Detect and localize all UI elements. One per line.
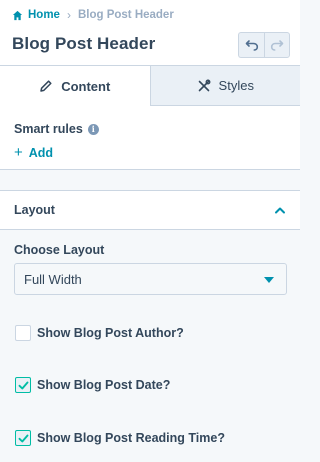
- page-title: Blog Post Header: [12, 34, 156, 53]
- tab-styles-label: Styles: [218, 78, 254, 93]
- breadcrumb-home-label: Home: [28, 9, 60, 21]
- date-checkbox[interactable]: [15, 377, 31, 393]
- checkmark-icon: [18, 434, 28, 442]
- home-icon: [12, 10, 23, 20]
- author-checkbox[interactable]: [15, 325, 31, 341]
- checkmark-icon: [18, 381, 28, 389]
- pencil-icon: [40, 80, 52, 92]
- layout-section-label: Layout: [14, 203, 55, 217]
- smart-rules-label: Smart rules i: [14, 122, 99, 136]
- chevron-up-icon: [275, 207, 285, 214]
- info-icon[interactable]: i: [87, 123, 99, 135]
- tools-icon: [198, 79, 210, 91]
- date-checkbox-label: Show Blog Post Date?: [37, 378, 171, 392]
- undo-icon: [245, 40, 258, 51]
- redo-icon: [270, 40, 284, 51]
- smart-rules-text: Smart rules: [14, 122, 83, 136]
- layout-select[interactable]: Full Width: [14, 263, 287, 295]
- author-checkbox-label: Show Blog Post Author?: [37, 326, 184, 340]
- tab-content[interactable]: Content: [0, 66, 150, 106]
- add-smart-rule-button[interactable]: + Add: [14, 145, 53, 160]
- breadcrumb: Home › Blog Post Header: [12, 8, 174, 22]
- reading-time-checkbox-label: Show Blog Post Reading Time?: [37, 431, 225, 445]
- panel-header: Home › Blog Post Header Blog Post Header: [0, 0, 300, 66]
- plus-icon: +: [14, 144, 23, 161]
- reading-time-checkbox[interactable]: [15, 430, 31, 446]
- reading-time-checkbox-row[interactable]: Show Blog Post Reading Time?: [15, 430, 225, 446]
- breadcrumb-current: Blog Post Header: [77, 9, 174, 21]
- undo-redo-group: [238, 32, 290, 58]
- choose-layout-label: Choose Layout: [14, 243, 105, 257]
- caret-down-icon: [264, 277, 274, 283]
- tab-styles[interactable]: Styles: [149, 66, 300, 106]
- breadcrumb-home-link[interactable]: Home: [12, 9, 60, 21]
- undo-button[interactable]: [238, 32, 264, 58]
- module-editor-panel: Home › Blog Post Header Blog Post Header…: [0, 0, 300, 462]
- author-checkbox-row[interactable]: Show Blog Post Author?: [15, 325, 184, 341]
- layout-select-value: Full Width: [24, 272, 82, 287]
- breadcrumb-separator: ›: [66, 8, 71, 22]
- layout-section-toggle[interactable]: Layout: [0, 190, 300, 230]
- tab-content-label: Content: [61, 78, 111, 94]
- add-label: Add: [28, 145, 54, 160]
- smart-rules-section: Smart rules i + Add: [0, 106, 300, 170]
- redo-button[interactable]: [264, 32, 290, 58]
- editor-tabs: Content Styles: [0, 66, 300, 106]
- date-checkbox-row[interactable]: Show Blog Post Date?: [15, 377, 170, 393]
